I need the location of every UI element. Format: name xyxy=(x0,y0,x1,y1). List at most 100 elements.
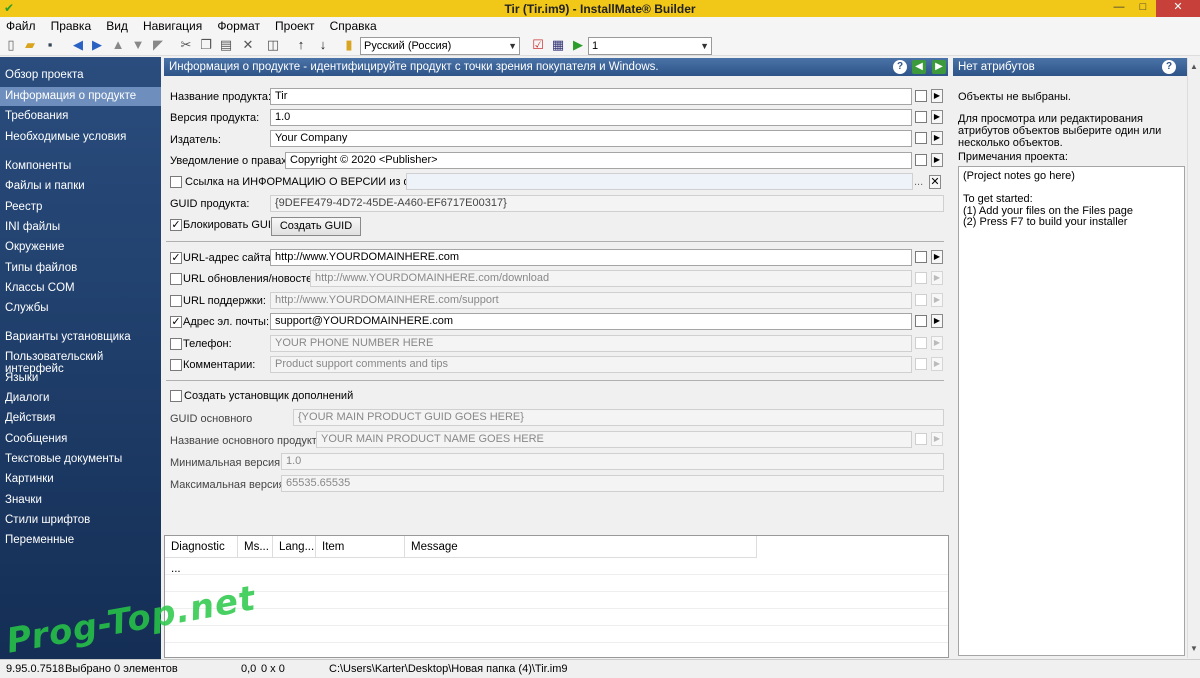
back-icon[interactable]: ◀ xyxy=(70,37,86,53)
open-icon[interactable]: ▰ xyxy=(22,37,38,53)
sidebar-item-project-overview[interactable]: Обзор проекта xyxy=(5,69,84,81)
main-product-name-menu-button[interactable]: ▶ xyxy=(931,432,943,446)
menu-navigation[interactable]: Навигация xyxy=(137,17,208,33)
build-settings-icon[interactable]: ▦ xyxy=(550,37,566,53)
phone-menu-button[interactable]: ▶ xyxy=(931,336,943,350)
comments-checkbox[interactable] xyxy=(170,359,182,371)
help-icon[interactable]: ? xyxy=(1162,60,1176,74)
support-url-field[interactable]: http://www.YOURDOMAINHERE.com/support xyxy=(270,292,912,309)
email-field[interactable]: support@YOURDOMAINHERE.com xyxy=(270,313,912,330)
phone-checkbox[interactable] xyxy=(170,338,182,350)
support-url-menu-button[interactable]: ▶ xyxy=(931,293,943,307)
menu-format[interactable]: Формат xyxy=(211,17,266,33)
sidebar-item-ini-files[interactable]: INI файлы xyxy=(5,221,60,233)
menu-view[interactable]: Вид xyxy=(100,17,134,33)
maximize-button[interactable]: □ xyxy=(1131,0,1155,17)
sidebar-item-dialogs[interactable]: Диалоги xyxy=(5,392,49,404)
sidebar-item-prerequisites[interactable]: Необходимые условия xyxy=(5,131,126,143)
create-guid-button[interactable]: Создать GUID xyxy=(271,217,361,236)
publisher-menu-button[interactable]: ▶ xyxy=(931,131,943,145)
sidebar-item-environment[interactable]: Окружение xyxy=(5,241,64,253)
version-menu-button[interactable]: ▶ xyxy=(931,110,943,124)
save-icon[interactable]: ▪ xyxy=(42,37,58,53)
language-folder-icon[interactable]: ▮ xyxy=(341,37,357,53)
website-checkbox[interactable]: ✓ xyxy=(170,252,182,264)
language-select[interactable]: Русский (Россия) ▼ xyxy=(360,37,520,55)
sidebar-item-messages[interactable]: Сообщения xyxy=(5,433,67,445)
checklist-icon[interactable]: ☑ xyxy=(530,37,546,53)
sidebar-item-components[interactable]: Компоненты xyxy=(5,160,71,172)
update-url-menu-button[interactable]: ▶ xyxy=(931,271,943,285)
forward-icon[interactable]: ▶ xyxy=(89,37,105,53)
properties-icon[interactable]: ◫ xyxy=(265,37,281,53)
column-header-lang[interactable]: Lang... xyxy=(273,536,316,558)
publisher-localize-checkbox[interactable] xyxy=(915,132,927,144)
comments-menu-button[interactable]: ▶ xyxy=(931,357,943,371)
close-button[interactable]: ✕ xyxy=(1156,0,1200,17)
copyright-field[interactable]: Copyright © 2020 <Publisher> xyxy=(285,152,912,169)
support-url-localize-checkbox[interactable] xyxy=(915,294,927,306)
sidebar-item-registry[interactable]: Реестр xyxy=(5,201,42,213)
product-name-field[interactable]: Tir xyxy=(270,88,912,105)
email-localize-checkbox[interactable] xyxy=(915,315,927,327)
run-icon[interactable]: ▶ xyxy=(570,37,586,53)
addon-installer-checkbox[interactable] xyxy=(170,390,182,402)
sidebar-item-font-styles[interactable]: Стили шрифтов xyxy=(5,514,90,526)
sidebar-item-product-info[interactable]: Информация о продукте xyxy=(0,87,161,106)
sidebar-item-text-documents[interactable]: Текстовые документы xyxy=(5,453,122,465)
product-name-localize-checkbox[interactable] xyxy=(915,90,927,102)
version-localize-checkbox[interactable] xyxy=(915,111,927,123)
lock-guid-checkbox[interactable]: ✓ xyxy=(170,219,182,231)
column-header-ms[interactable]: Ms... xyxy=(238,536,273,558)
main-product-name-localize-checkbox[interactable] xyxy=(915,433,927,445)
new-icon[interactable]: ▯ xyxy=(3,37,19,53)
previous-page-icon[interactable]: ◀ xyxy=(912,60,926,74)
sidebar-item-languages[interactable]: Языки xyxy=(5,372,38,384)
column-header-item[interactable]: Item xyxy=(316,536,405,558)
max-version-field[interactable]: 65535.65535 xyxy=(281,475,944,492)
versioninfo-checkbox[interactable] xyxy=(170,176,182,188)
copyright-menu-button[interactable]: ▶ xyxy=(931,153,943,167)
copy-icon[interactable]: ❐ xyxy=(198,37,214,53)
sidebar-item-images[interactable]: Картинки xyxy=(5,473,54,485)
sort-up-icon[interactable]: ↑ xyxy=(293,37,309,53)
menu-project[interactable]: Проект xyxy=(269,17,321,33)
sidebar-item-requirements[interactable]: Требования xyxy=(5,110,68,122)
website-menu-button[interactable]: ▶ xyxy=(931,250,943,264)
sidebar-item-services[interactable]: Службы xyxy=(5,302,49,314)
update-url-checkbox[interactable] xyxy=(170,273,182,285)
comments-localize-checkbox[interactable] xyxy=(915,358,927,370)
sidebar-item-icons[interactable]: Значки xyxy=(5,494,42,506)
sidebar-item-file-types[interactable]: Типы файлов xyxy=(5,262,77,274)
main-guid-field[interactable]: {YOUR MAIN PRODUCT GUID GOES HERE} xyxy=(293,409,944,426)
sort-down-icon[interactable]: ↓ xyxy=(315,37,331,53)
menu-edit[interactable]: Правка xyxy=(45,17,98,33)
scroll-up-icon[interactable]: ▲ xyxy=(1190,62,1198,71)
main-product-name-field[interactable]: YOUR MAIN PRODUCT NAME GOES HERE xyxy=(316,431,912,448)
right-scrollbar[interactable]: ▲ ▼ xyxy=(1187,58,1200,658)
menu-file[interactable]: Файл xyxy=(0,17,42,33)
versioninfo-field[interactable] xyxy=(406,173,913,190)
sidebar-item-files[interactable]: Файлы и папки xyxy=(5,180,85,192)
update-url-field[interactable]: http://www.YOURDOMAINHERE.com/download xyxy=(310,270,912,287)
delete-icon[interactable]: ✕ xyxy=(240,37,256,53)
column-header-message[interactable]: Message xyxy=(405,536,757,558)
guid-field[interactable]: {9DEFE479-4D72-45DE-A460-EF6717E00317} xyxy=(270,195,944,212)
sidebar-item-actions[interactable]: Действия xyxy=(5,412,55,424)
update-url-localize-checkbox[interactable] xyxy=(915,272,927,284)
move-icon[interactable]: ◤ xyxy=(150,37,166,53)
scroll-down-icon[interactable]: ▼ xyxy=(1190,644,1198,653)
versioninfo-clear-button[interactable]: ✕ xyxy=(929,175,941,189)
help-icon[interactable]: ? xyxy=(893,60,907,74)
minimize-button[interactable]: — xyxy=(1107,0,1131,17)
phone-localize-checkbox[interactable] xyxy=(915,337,927,349)
sidebar-item-com-classes[interactable]: Классы COM xyxy=(5,282,75,294)
sidebar-item-variables[interactable]: Переменные xyxy=(5,534,74,546)
versioninfo-browse-button[interactable]: ... xyxy=(914,176,923,188)
comments-field[interactable]: Product support comments and tips xyxy=(270,356,912,373)
publisher-field[interactable]: Your Company xyxy=(270,130,912,147)
cut-icon[interactable]: ✂ xyxy=(178,37,194,53)
min-version-field[interactable]: 1.0 xyxy=(281,453,944,470)
email-menu-button[interactable]: ▶ xyxy=(931,314,943,328)
project-notes-textarea[interactable]: (Project notes go here) To get started: … xyxy=(958,166,1185,656)
